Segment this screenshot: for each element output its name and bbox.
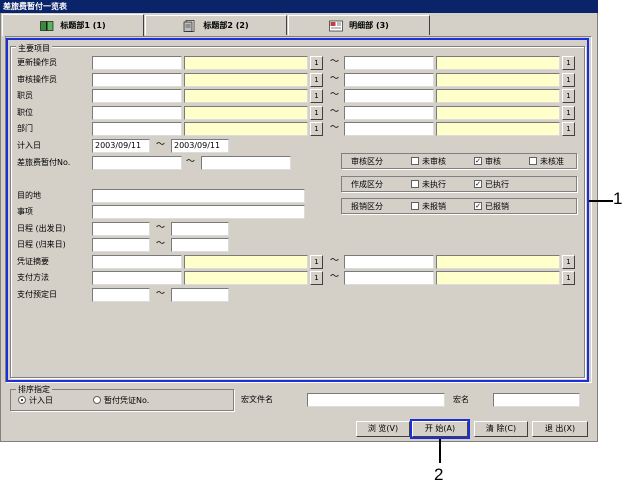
macro-file-label: 宏文件名: [241, 395, 273, 404]
callout-line-2: [439, 439, 441, 463]
tab-detail[interactable]: 明细部 (3): [288, 15, 430, 35]
macro-file-input[interactable]: [307, 393, 445, 407]
detail-icon: [329, 20, 343, 32]
sort-voucher-no-radio[interactable]: [93, 396, 101, 404]
callout-number-2: 2: [434, 465, 444, 484]
title-bar: 差旅费暂付一览表: [0, 0, 598, 13]
exit-button[interactable]: 退 出(X): [532, 421, 588, 437]
highlight-frame-2: [410, 419, 470, 439]
tab-label: 标题部1 (1): [60, 21, 106, 30]
macro-name-label: 宏名: [453, 395, 469, 404]
tab-label: 标题部2 (2): [203, 21, 249, 30]
sort-entry-date-radio[interactable]: [18, 396, 26, 404]
document-icon: [183, 19, 197, 32]
macro-name-input[interactable]: [493, 393, 580, 407]
clear-button[interactable]: 清 除(C): [474, 421, 528, 437]
book-icon: [40, 20, 54, 32]
sort-entry-date-label: 计入日: [29, 396, 53, 405]
tab-header-2[interactable]: 标题部2 (2): [145, 15, 287, 35]
tab-label: 明细部 (3): [349, 21, 389, 30]
callout-line-1: [589, 200, 613, 202]
tab-header-1[interactable]: 标题部1 (1): [2, 14, 144, 36]
sort-voucher-no-label: 暂付凭证No.: [104, 396, 150, 405]
callout-number-1: 1: [613, 189, 623, 208]
browse-button[interactable]: 浏 览(V): [356, 421, 410, 437]
highlight-frame-1: [6, 38, 589, 382]
